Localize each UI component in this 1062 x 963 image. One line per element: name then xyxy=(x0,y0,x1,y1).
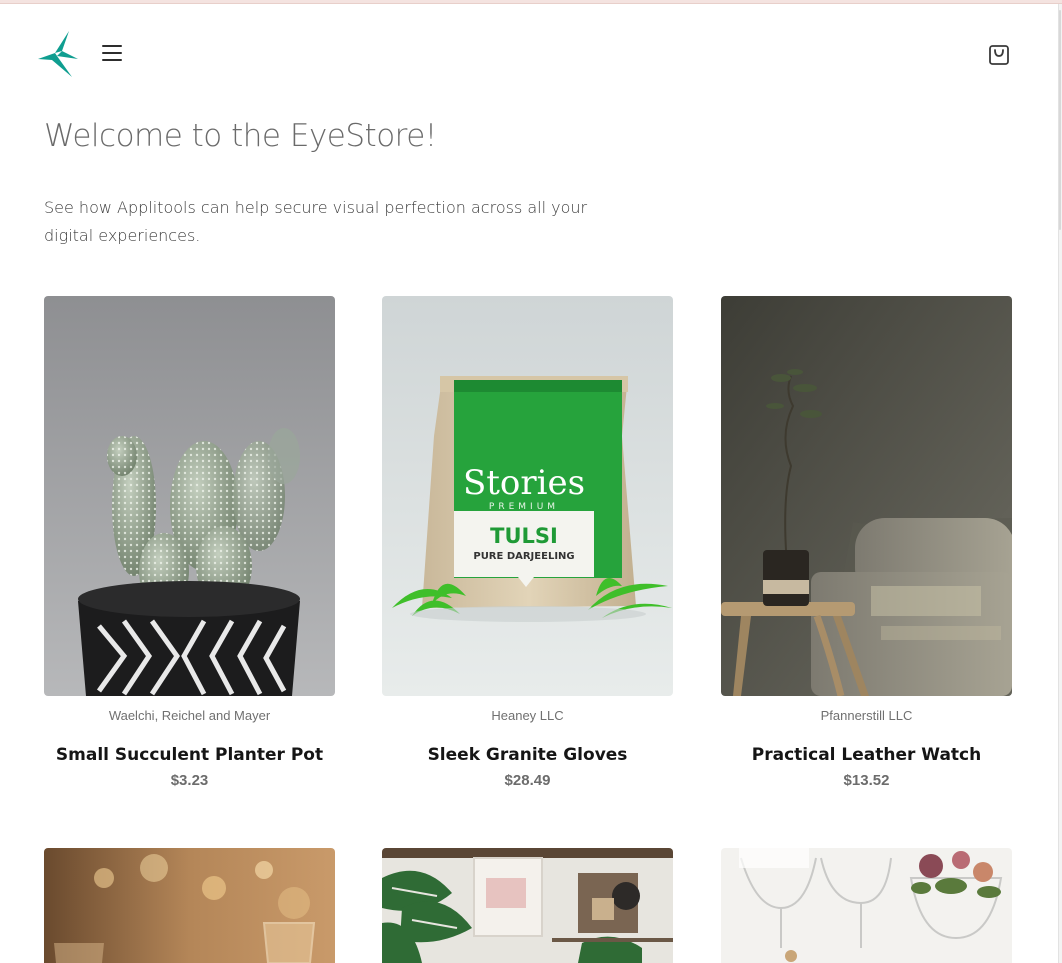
product-name[interactable]: Sleek Granite Gloves xyxy=(382,745,673,765)
product-price: $13.52 xyxy=(843,772,890,789)
tea-sub-text: PREMIUM xyxy=(489,502,559,512)
tea-product-text: TULSI xyxy=(490,524,558,548)
product-card[interactable] xyxy=(382,848,673,963)
product-card[interactable]: Waelchi, Reichel and Mayer Small Succule… xyxy=(44,296,335,789)
page-intro-text: See how Applitools can help secure visua… xyxy=(44,198,588,245)
product-card[interactable] xyxy=(44,848,335,963)
product-name[interactable]: Practical Leather Watch xyxy=(721,745,1012,765)
wine-glasses-flowers-image[interactable] xyxy=(721,848,1012,963)
product-vendor: Pfannerstill LLC xyxy=(820,708,913,723)
product-card[interactable]: Pfannerstill LLC Practical Leather Watch… xyxy=(721,296,1012,789)
candle-glasses-image[interactable] xyxy=(44,848,335,963)
product-vendor: Waelchi, Reichel and Mayer xyxy=(108,708,271,723)
product-price: $28.49 xyxy=(504,772,551,789)
tea-variant-text: PURE DARJEELING xyxy=(473,551,574,562)
cactus-pot-image[interactable] xyxy=(44,296,335,696)
tea-bag-image[interactable]: Stories PREMIUM TULSI PURE DARJEELING xyxy=(382,296,673,696)
page-scrollbar[interactable] xyxy=(1058,4,1062,963)
page-title: Welcome to the EyeStore! xyxy=(44,118,437,154)
scrollbar-thumb[interactable] xyxy=(1059,10,1061,230)
shopping-bag-icon[interactable] xyxy=(984,39,1014,69)
product-name[interactable]: Small Succulent Planter Pot xyxy=(44,745,335,765)
site-header xyxy=(0,4,1058,100)
product-card[interactable]: Stories PREMIUM TULSI PURE DARJEELING He… xyxy=(382,296,673,789)
product-price: $3.23 xyxy=(170,772,209,789)
product-vendor: Heaney LLC xyxy=(491,708,564,723)
hamburger-menu-icon[interactable] xyxy=(98,40,126,66)
applitools-logo-icon[interactable] xyxy=(36,29,80,79)
tea-brand-text: Stories xyxy=(463,463,585,503)
plant-and-sofa-image[interactable] xyxy=(721,296,1012,696)
product-card[interactable] xyxy=(721,848,1012,963)
monstera-room-image[interactable] xyxy=(382,848,673,963)
